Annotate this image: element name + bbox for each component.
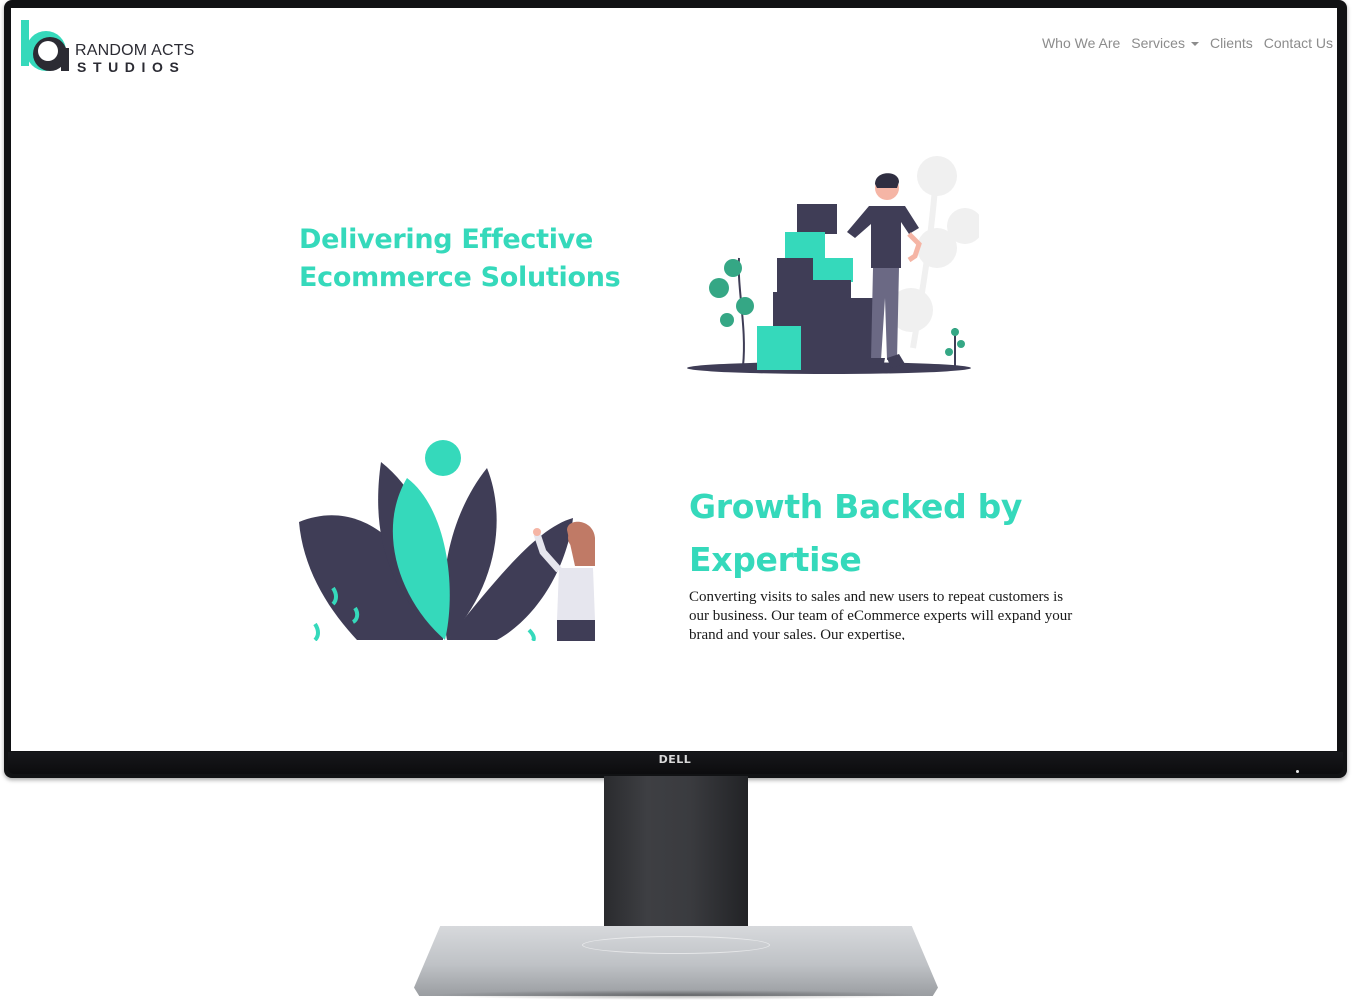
main-nav: Who We Are Services Clients Contact Us	[1042, 35, 1333, 51]
power-indicator-icon	[1296, 770, 1299, 773]
logo-mark-icon	[21, 20, 69, 71]
growth-paragraph: Converting visits to sales and new users…	[689, 589, 1073, 640]
monitor-mockup: DELL RANDOM ACTS STUDIOS Who We Are Serv…	[0, 0, 1352, 1007]
nav-clients[interactable]: Clients	[1210, 35, 1253, 51]
nav-who-we-are[interactable]: Who We Are	[1042, 35, 1120, 51]
person-with-boxes-illustration-icon	[687, 156, 979, 374]
nav-services-dropdown[interactable]: Services	[1131, 35, 1199, 51]
hero-heading: Delivering Effective Ecommerce Solutions	[299, 224, 621, 293]
logo-text-studios: STUDIOS	[77, 59, 186, 75]
nav-services-label: Services	[1131, 35, 1185, 51]
website-screen: RANDOM ACTS STUDIOS Who We Are Services …	[11, 8, 1337, 751]
monitor-base-ring	[582, 936, 770, 954]
nav-contact-us[interactable]: Contact Us	[1264, 35, 1333, 51]
woman-with-leaves-illustration-icon	[299, 440, 595, 641]
logo-text-random-acts: RANDOM ACTS	[75, 42, 195, 59]
growth-heading: Growth Backed by Expertise	[689, 487, 1023, 579]
monitor-brand-logo: DELL	[658, 753, 692, 766]
monitor-base-shadow	[430, 990, 922, 1000]
chevron-down-icon	[1190, 42, 1199, 47]
site-logo[interactable]: RANDOM ACTS STUDIOS	[19, 18, 209, 78]
